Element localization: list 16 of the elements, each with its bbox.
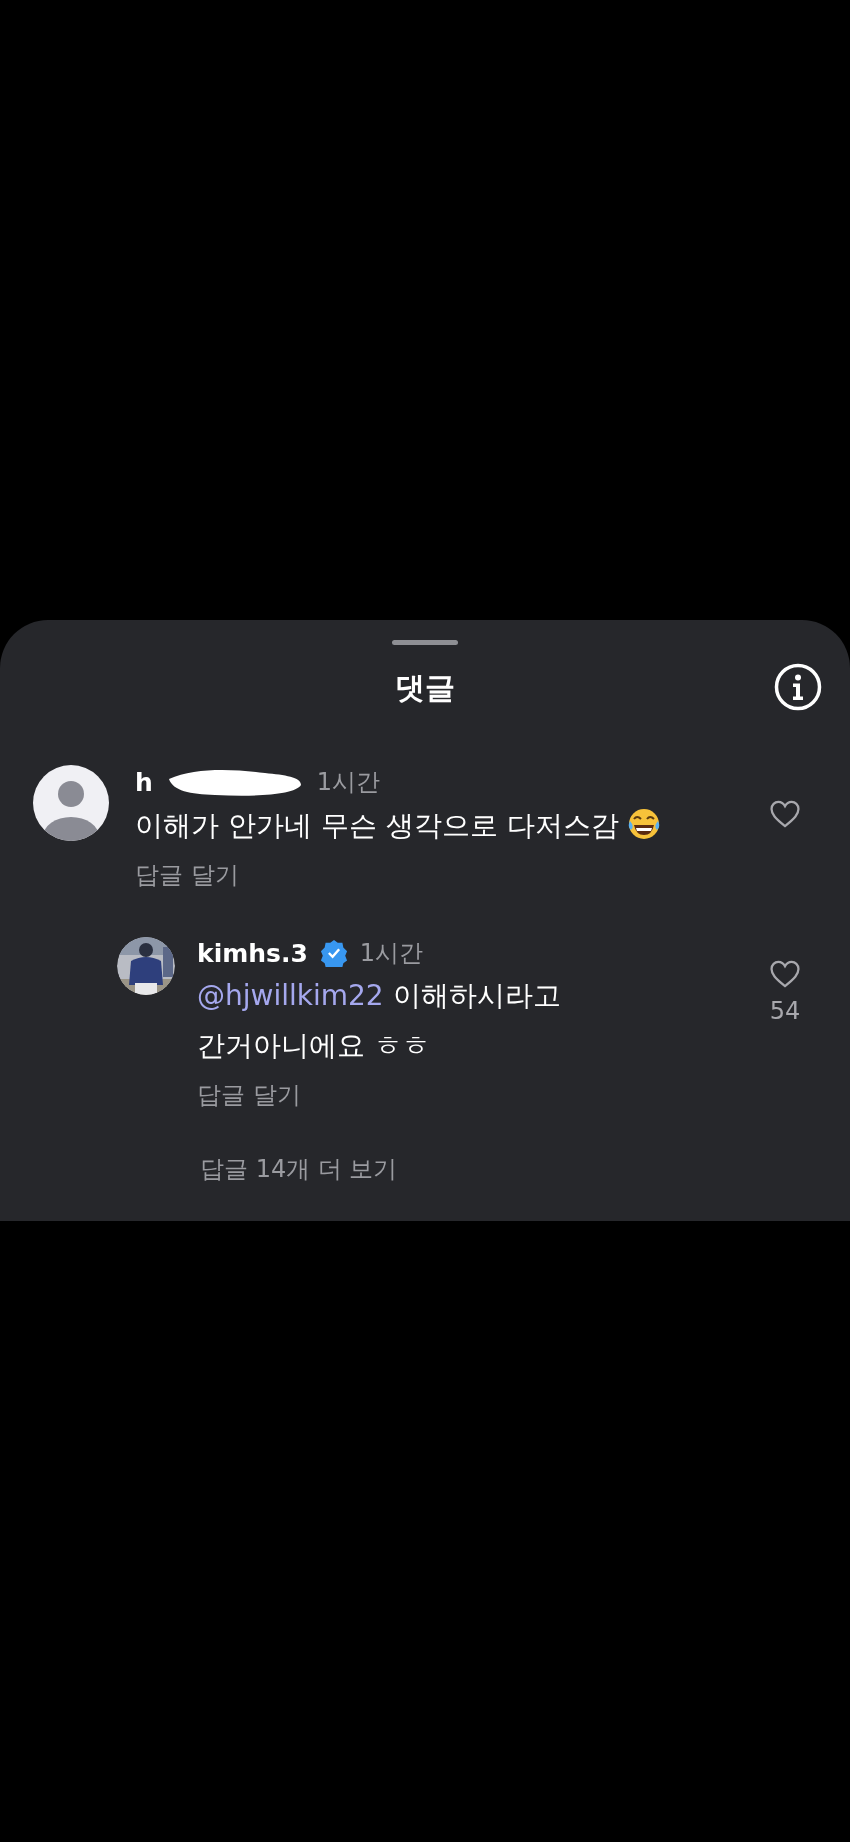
view-more-replies-link[interactable]: 답글 14개 더 보기	[200, 1153, 398, 1185]
timestamp: 1시간	[316, 767, 381, 798]
reply-link[interactable]: 답글 달기	[135, 859, 239, 891]
sheet-title: 댓글	[395, 668, 455, 707]
comment-text: 이해가 안가네 무슨 생각으로 다저스감	[135, 808, 619, 844]
laughing-emoji-icon	[626, 807, 661, 841]
reply-text: 간거아니에요 ㅎㅎ	[197, 1028, 431, 1064]
username[interactable]: h	[135, 767, 153, 797]
info-icon[interactable]	[774, 663, 822, 711]
like-count: 54	[769, 997, 801, 1025]
reply-link[interactable]: 답글 달기	[197, 1079, 301, 1111]
avatar-icon[interactable]	[33, 765, 109, 841]
reply-text: @hjwillkim22 이해하시라고	[197, 978, 562, 1014]
drag-handle[interactable]	[392, 640, 458, 645]
timestamp: 1시간	[359, 938, 424, 969]
username[interactable]: kimhs.3	[197, 938, 308, 968]
